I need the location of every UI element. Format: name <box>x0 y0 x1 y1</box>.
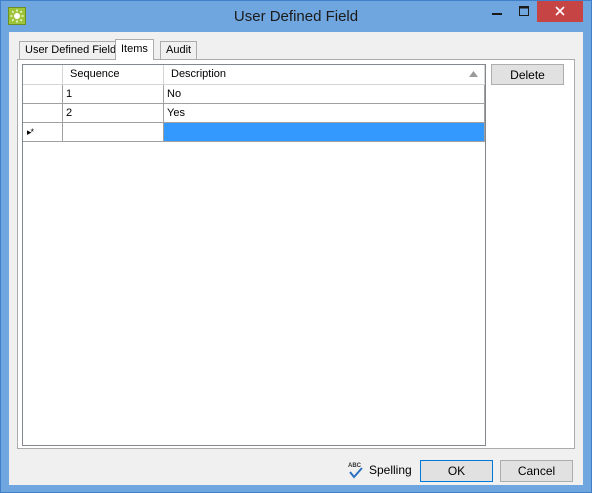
spelling-label: Spelling <box>369 463 412 477</box>
dialog-window: User Defined Field User Defined Field It… <box>0 0 592 493</box>
row-header-cell[interactable] <box>23 85 63 104</box>
header-corner-cell[interactable] <box>23 65 63 85</box>
table-row[interactable]: 2 Yes <box>23 104 485 123</box>
sort-ascending-icon <box>469 71 478 77</box>
maximize-button[interactable] <box>510 1 537 22</box>
spelling-button[interactable]: ABC Spelling <box>347 459 412 481</box>
delete-button[interactable]: Delete <box>491 64 564 85</box>
new-row[interactable]: ▸* <box>23 123 485 142</box>
description-cell[interactable]: No <box>164 85 485 104</box>
new-row-marker[interactable]: ▸* <box>23 123 63 142</box>
grid-header-row: Sequence Description <box>23 65 485 85</box>
items-tab-panel: Sequence Description 1 No 2 Yes ▸* Delet… <box>17 59 575 449</box>
title-bar[interactable]: User Defined Field <box>1 1 591 32</box>
cancel-button[interactable]: Cancel <box>500 460 573 482</box>
maximize-icon <box>518 6 529 16</box>
svg-text:ABC: ABC <box>348 463 362 469</box>
close-button[interactable] <box>537 1 583 22</box>
dialog-client-area: User Defined Field Items Audit Sequence … <box>9 32 583 485</box>
items-grid[interactable]: Sequence Description 1 No 2 Yes ▸* <box>22 64 486 446</box>
column-header-sequence[interactable]: Sequence <box>63 65 164 85</box>
ok-button[interactable]: OK <box>420 460 493 482</box>
spellcheck-icon: ABC <box>348 463 363 479</box>
row-header-cell[interactable] <box>23 104 63 123</box>
tab-audit[interactable]: Audit <box>160 41 198 59</box>
table-row[interactable]: 1 No <box>23 85 485 104</box>
description-cell[interactable]: Yes <box>164 104 485 123</box>
minimize-button[interactable] <box>484 1 510 22</box>
minimize-icon <box>492 13 502 15</box>
tab-user-defined-field[interactable]: User Defined Field <box>19 41 123 59</box>
column-header-description[interactable]: Description <box>164 65 485 85</box>
new-description-cell-selected[interactable] <box>164 123 485 142</box>
sequence-cell[interactable]: 2 <box>63 104 164 123</box>
new-sequence-cell[interactable] <box>63 123 164 142</box>
close-icon <box>555 6 565 16</box>
sequence-cell[interactable]: 1 <box>63 85 164 104</box>
column-header-description-label: Description <box>171 68 227 80</box>
tab-items[interactable]: Items <box>115 39 154 60</box>
